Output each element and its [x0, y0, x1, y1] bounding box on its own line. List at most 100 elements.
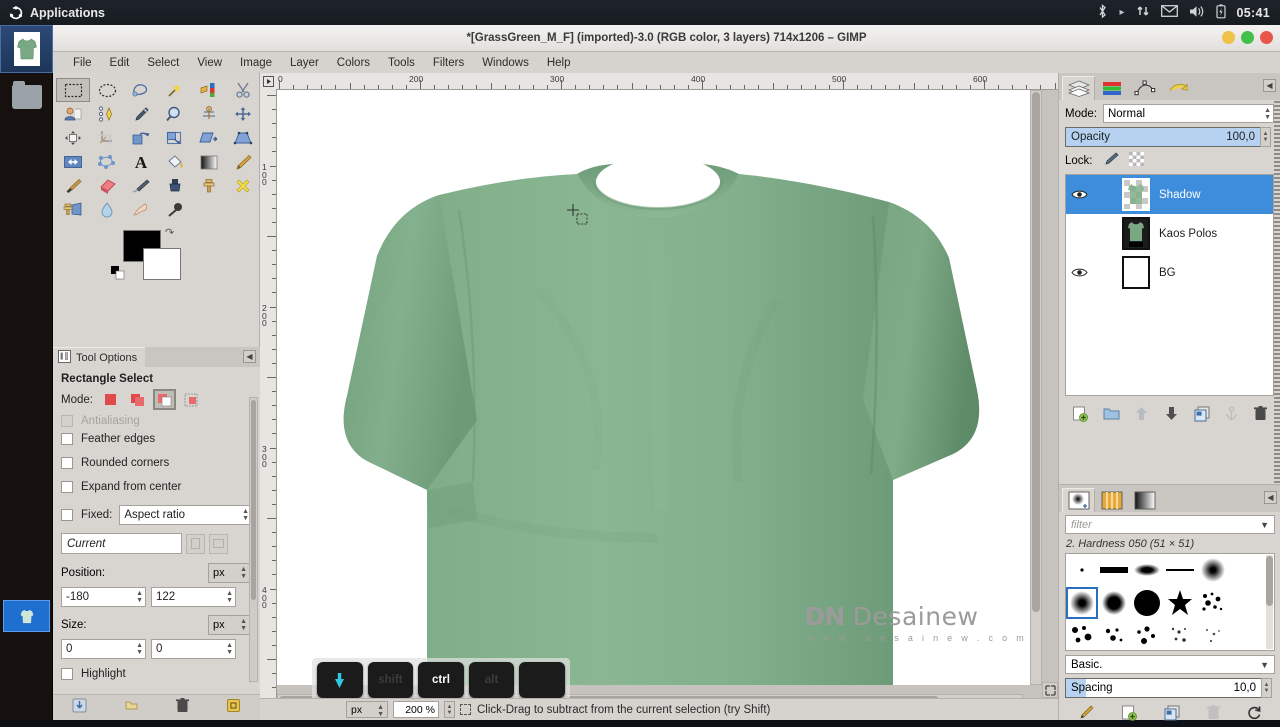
anchor-layer-button[interactable]: [1224, 406, 1239, 426]
tab-gradients[interactable]: [1128, 488, 1161, 512]
spacing-stepper[interactable]: ▲ ▼: [1261, 678, 1272, 698]
reset-tool-options-button[interactable]: [226, 698, 241, 718]
menu-help[interactable]: Help: [538, 55, 580, 71]
measure-tool[interactable]: [192, 102, 226, 126]
foreground-select-tool[interactable]: [56, 102, 90, 126]
blur-sharpen-tool[interactable]: [90, 198, 124, 222]
battery-icon[interactable]: [1215, 3, 1226, 22]
canvas-vertical-scrollbar[interactable]: [1030, 90, 1042, 685]
airbrush-tool[interactable]: [124, 174, 158, 198]
dodge-burn-tool[interactable]: [158, 198, 192, 222]
zoom-level-input[interactable]: 200 %: [393, 701, 439, 718]
aspect-landscape-button[interactable]: [209, 533, 228, 554]
layer-visibility-toggle[interactable]: [1066, 189, 1093, 200]
new-layer-button[interactable]: [1072, 406, 1089, 427]
menu-edit[interactable]: Edit: [101, 55, 139, 71]
tab-channels[interactable]: [1095, 76, 1128, 100]
expand-from-center-checkbox[interactable]: [61, 481, 73, 493]
chevron-updown-icon[interactable]: ▲ ▼: [226, 642, 233, 656]
position-unit-select[interactable]: px ▲ ▼: [208, 563, 250, 583]
rotate-tool[interactable]: [124, 126, 158, 150]
brush-cell[interactable]: [1131, 620, 1163, 650]
brush-cell[interactable]: [1098, 620, 1130, 650]
dropbox-sync-icon[interactable]: ▸: [1119, 7, 1124, 18]
perspective-clone-tool[interactable]: [56, 198, 90, 222]
duplicate-layer-button[interactable]: [1194, 406, 1210, 427]
tab-patterns[interactable]: [1095, 488, 1128, 512]
brush-cell[interactable]: [1098, 587, 1130, 619]
statusbar-unit-select[interactable]: px ▲ ▼: [346, 701, 388, 718]
brush-tag-select[interactable]: Basic. ▼: [1065, 655, 1275, 674]
lock-alpha-button[interactable]: [1128, 152, 1144, 169]
horizontal-ruler[interactable]: 0 200 300 400 500 600: [276, 73, 1058, 90]
brushes-dock-menu-arrow[interactable]: ◀: [1264, 491, 1277, 504]
zoom-tool[interactable]: [158, 102, 192, 126]
move-tool[interactable]: [226, 102, 260, 126]
tab-brushes[interactable]: [1062, 488, 1095, 512]
position-y-input[interactable]: 122 ▲ ▼: [151, 587, 236, 607]
tool-options-menu-arrow[interactable]: ◀: [243, 350, 256, 363]
brush-cell[interactable]: [1098, 554, 1130, 586]
new-brush-button[interactable]: [1121, 705, 1138, 726]
heal-tool[interactable]: [226, 174, 260, 198]
size-width-input[interactable]: 0 ▲ ▼: [61, 639, 146, 659]
eraser-tool[interactable]: [90, 174, 124, 198]
bucket-fill-tool[interactable]: [158, 150, 192, 174]
color-picker-tool[interactable]: [124, 102, 158, 126]
lower-layer-button[interactable]: [1164, 406, 1179, 426]
minimize-button[interactable]: [1222, 31, 1235, 44]
brush-cell[interactable]: [1164, 620, 1196, 650]
image-canvas[interactable]: DN Desainew w w w . d e s a i n e w . c …: [277, 90, 1041, 685]
feather-edges-checkbox[interactable]: [61, 433, 73, 445]
launcher-gimp-item[interactable]: [0, 25, 53, 73]
lock-pixels-button[interactable]: [1103, 152, 1119, 169]
brush-spacing-slider[interactable]: Spacing 10,0 ▲ ▼: [1065, 678, 1272, 698]
system-clock[interactable]: 05:41: [1237, 6, 1270, 20]
menu-windows[interactable]: Windows: [473, 55, 538, 71]
paintbrush-tool[interactable]: [56, 174, 90, 198]
brush-cell[interactable]: [1131, 554, 1163, 586]
zoom-stepper[interactable]: ▲ ▼: [444, 701, 455, 718]
mail-icon[interactable]: [1160, 5, 1178, 20]
fixed-checkbox[interactable]: [61, 509, 73, 521]
perspective-tool[interactable]: [226, 126, 260, 150]
delete-layer-button[interactable]: [1253, 406, 1267, 426]
volume-icon[interactable]: [1189, 5, 1205, 21]
menu-colors[interactable]: Colors: [328, 55, 379, 71]
bluetooth-icon[interactable]: [1097, 3, 1108, 22]
layer-row-kaos-polos[interactable]: Kaos Polos: [1066, 214, 1273, 253]
scissors-select-tool[interactable]: [226, 78, 260, 102]
menu-image[interactable]: Image: [231, 55, 281, 71]
layer-list[interactable]: Shadow Kaos Polos BG: [1065, 174, 1274, 396]
mode-intersect-button[interactable]: [181, 390, 202, 409]
antialiasing-checkbox[interactable]: [61, 415, 73, 427]
pencil-tool[interactable]: [226, 150, 260, 174]
gradient-tool[interactable]: [192, 150, 226, 174]
layers-dock-menu-arrow[interactable]: ◀: [1263, 79, 1276, 92]
brush-cell[interactable]: [1066, 554, 1098, 586]
launcher-files-item[interactable]: [0, 73, 53, 121]
refresh-brushes-button[interactable]: [1247, 705, 1262, 725]
tab-tool-options[interactable]: Tool Options: [53, 347, 146, 367]
new-layer-group-button[interactable]: [1103, 406, 1120, 426]
position-x-input[interactable]: -180 ▲ ▼: [61, 587, 146, 607]
menu-filters[interactable]: Filters: [424, 55, 473, 71]
applications-menu[interactable]: Applications: [0, 6, 105, 20]
delete-tool-preset-button[interactable]: [176, 697, 190, 718]
align-tool[interactable]: [56, 126, 90, 150]
brush-cell[interactable]: [1197, 587, 1229, 619]
tool-options-scrollbar[interactable]: [249, 397, 258, 682]
vertical-ruler[interactable]: 100 200 300 400: [260, 90, 277, 703]
chevron-updown-icon[interactable]: ▲ ▼: [136, 642, 143, 656]
crop-tool[interactable]: [90, 126, 124, 150]
menu-select[interactable]: Select: [138, 55, 188, 71]
free-select-tool[interactable]: [124, 78, 158, 102]
highlight-checkbox[interactable]: [61, 668, 73, 680]
edit-brush-button[interactable]: [1078, 705, 1094, 725]
tab-paths[interactable]: [1128, 76, 1161, 100]
opacity-stepper[interactable]: ▲ ▼: [1260, 127, 1271, 147]
fuzzy-select-tool[interactable]: [158, 78, 192, 102]
brush-cell[interactable]: [1164, 554, 1196, 586]
layer-row-shadow[interactable]: Shadow: [1066, 175, 1273, 214]
brush-cell[interactable]: [1197, 554, 1229, 586]
